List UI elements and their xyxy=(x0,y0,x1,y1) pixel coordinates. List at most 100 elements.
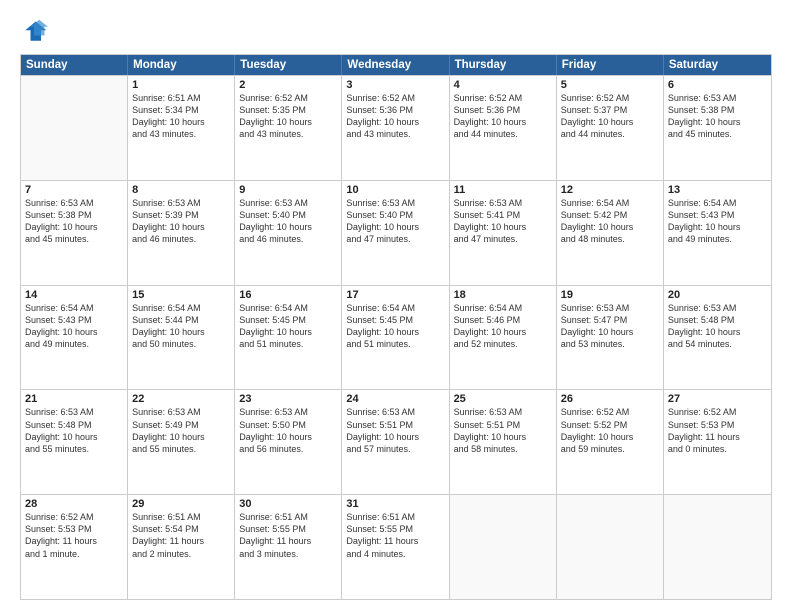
calendar-cell xyxy=(21,76,128,180)
day-number: 17 xyxy=(346,289,444,301)
day-info: Sunrise: 6:54 AM Sunset: 5:45 PM Dayligh… xyxy=(239,302,337,351)
day-info: Sunrise: 6:53 AM Sunset: 5:47 PM Dayligh… xyxy=(561,302,659,351)
day-info: Sunrise: 6:53 AM Sunset: 5:49 PM Dayligh… xyxy=(132,406,230,455)
day-number: 22 xyxy=(132,393,230,405)
day-number: 15 xyxy=(132,289,230,301)
calendar-cell: 2Sunrise: 6:52 AM Sunset: 5:35 PM Daylig… xyxy=(235,76,342,180)
calendar-cell: 24Sunrise: 6:53 AM Sunset: 5:51 PM Dayli… xyxy=(342,390,449,494)
header xyxy=(20,18,772,46)
calendar-cell: 14Sunrise: 6:54 AM Sunset: 5:43 PM Dayli… xyxy=(21,286,128,390)
day-info: Sunrise: 6:52 AM Sunset: 5:52 PM Dayligh… xyxy=(561,406,659,455)
day-info: Sunrise: 6:54 AM Sunset: 5:44 PM Dayligh… xyxy=(132,302,230,351)
calendar-header-cell: Monday xyxy=(128,55,235,75)
day-number: 11 xyxy=(454,184,552,196)
calendar-row: 14Sunrise: 6:54 AM Sunset: 5:43 PM Dayli… xyxy=(21,285,771,390)
calendar-cell: 31Sunrise: 6:51 AM Sunset: 5:55 PM Dayli… xyxy=(342,495,449,599)
day-info: Sunrise: 6:52 AM Sunset: 5:36 PM Dayligh… xyxy=(346,92,444,141)
day-number: 14 xyxy=(25,289,123,301)
calendar-cell xyxy=(557,495,664,599)
calendar-header-cell: Sunday xyxy=(21,55,128,75)
calendar-cell: 25Sunrise: 6:53 AM Sunset: 5:51 PM Dayli… xyxy=(450,390,557,494)
calendar-cell: 19Sunrise: 6:53 AM Sunset: 5:47 PM Dayli… xyxy=(557,286,664,390)
day-number: 20 xyxy=(668,289,767,301)
calendar-cell: 20Sunrise: 6:53 AM Sunset: 5:48 PM Dayli… xyxy=(664,286,771,390)
calendar-cell: 27Sunrise: 6:52 AM Sunset: 5:53 PM Dayli… xyxy=(664,390,771,494)
calendar-cell: 22Sunrise: 6:53 AM Sunset: 5:49 PM Dayli… xyxy=(128,390,235,494)
calendar-cell: 23Sunrise: 6:53 AM Sunset: 5:50 PM Dayli… xyxy=(235,390,342,494)
calendar-cell: 26Sunrise: 6:52 AM Sunset: 5:52 PM Dayli… xyxy=(557,390,664,494)
day-info: Sunrise: 6:54 AM Sunset: 5:43 PM Dayligh… xyxy=(25,302,123,351)
day-number: 23 xyxy=(239,393,337,405)
day-info: Sunrise: 6:53 AM Sunset: 5:38 PM Dayligh… xyxy=(25,197,123,246)
day-number: 19 xyxy=(561,289,659,301)
day-number: 26 xyxy=(561,393,659,405)
calendar-cell: 29Sunrise: 6:51 AM Sunset: 5:54 PM Dayli… xyxy=(128,495,235,599)
day-info: Sunrise: 6:51 AM Sunset: 5:55 PM Dayligh… xyxy=(346,511,444,560)
day-number: 25 xyxy=(454,393,552,405)
day-number: 13 xyxy=(668,184,767,196)
day-number: 2 xyxy=(239,79,337,91)
day-info: Sunrise: 6:51 AM Sunset: 5:54 PM Dayligh… xyxy=(132,511,230,560)
calendar-cell: 16Sunrise: 6:54 AM Sunset: 5:45 PM Dayli… xyxy=(235,286,342,390)
calendar-cell: 10Sunrise: 6:53 AM Sunset: 5:40 PM Dayli… xyxy=(342,181,449,285)
day-number: 5 xyxy=(561,79,659,91)
day-info: Sunrise: 6:51 AM Sunset: 5:55 PM Dayligh… xyxy=(239,511,337,560)
day-info: Sunrise: 6:53 AM Sunset: 5:38 PM Dayligh… xyxy=(668,92,767,141)
day-info: Sunrise: 6:53 AM Sunset: 5:51 PM Dayligh… xyxy=(346,406,444,455)
day-number: 31 xyxy=(346,498,444,510)
calendar-row: 1Sunrise: 6:51 AM Sunset: 5:34 PM Daylig… xyxy=(21,75,771,180)
calendar-body: 1Sunrise: 6:51 AM Sunset: 5:34 PM Daylig… xyxy=(21,75,771,599)
day-number: 18 xyxy=(454,289,552,301)
day-info: Sunrise: 6:53 AM Sunset: 5:48 PM Dayligh… xyxy=(25,406,123,455)
day-info: Sunrise: 6:51 AM Sunset: 5:34 PM Dayligh… xyxy=(132,92,230,141)
calendar-header-cell: Thursday xyxy=(450,55,557,75)
day-info: Sunrise: 6:53 AM Sunset: 5:48 PM Dayligh… xyxy=(668,302,767,351)
calendar-row: 28Sunrise: 6:52 AM Sunset: 5:53 PM Dayli… xyxy=(21,494,771,599)
logo xyxy=(20,18,50,46)
day-info: Sunrise: 6:53 AM Sunset: 5:40 PM Dayligh… xyxy=(346,197,444,246)
calendar-cell: 18Sunrise: 6:54 AM Sunset: 5:46 PM Dayli… xyxy=(450,286,557,390)
day-number: 30 xyxy=(239,498,337,510)
day-number: 29 xyxy=(132,498,230,510)
day-number: 3 xyxy=(346,79,444,91)
day-number: 21 xyxy=(25,393,123,405)
logo-icon xyxy=(20,18,48,46)
day-info: Sunrise: 6:54 AM Sunset: 5:43 PM Dayligh… xyxy=(668,197,767,246)
calendar-cell xyxy=(450,495,557,599)
calendar-row: 21Sunrise: 6:53 AM Sunset: 5:48 PM Dayli… xyxy=(21,389,771,494)
calendar-cell: 7Sunrise: 6:53 AM Sunset: 5:38 PM Daylig… xyxy=(21,181,128,285)
day-info: Sunrise: 6:53 AM Sunset: 5:39 PM Dayligh… xyxy=(132,197,230,246)
day-number: 9 xyxy=(239,184,337,196)
day-number: 16 xyxy=(239,289,337,301)
calendar-cell: 13Sunrise: 6:54 AM Sunset: 5:43 PM Dayli… xyxy=(664,181,771,285)
calendar-cell: 8Sunrise: 6:53 AM Sunset: 5:39 PM Daylig… xyxy=(128,181,235,285)
calendar-header-cell: Wednesday xyxy=(342,55,449,75)
calendar-cell: 9Sunrise: 6:53 AM Sunset: 5:40 PM Daylig… xyxy=(235,181,342,285)
day-number: 4 xyxy=(454,79,552,91)
page: SundayMondayTuesdayWednesdayThursdayFrid… xyxy=(0,0,792,612)
calendar-cell: 1Sunrise: 6:51 AM Sunset: 5:34 PM Daylig… xyxy=(128,76,235,180)
calendar-header-cell: Friday xyxy=(557,55,664,75)
day-info: Sunrise: 6:53 AM Sunset: 5:40 PM Dayligh… xyxy=(239,197,337,246)
day-number: 27 xyxy=(668,393,767,405)
day-info: Sunrise: 6:52 AM Sunset: 5:37 PM Dayligh… xyxy=(561,92,659,141)
day-number: 8 xyxy=(132,184,230,196)
day-number: 28 xyxy=(25,498,123,510)
calendar-cell: 6Sunrise: 6:53 AM Sunset: 5:38 PM Daylig… xyxy=(664,76,771,180)
calendar-cell: 28Sunrise: 6:52 AM Sunset: 5:53 PM Dayli… xyxy=(21,495,128,599)
calendar: SundayMondayTuesdayWednesdayThursdayFrid… xyxy=(20,54,772,600)
day-number: 24 xyxy=(346,393,444,405)
day-info: Sunrise: 6:53 AM Sunset: 5:41 PM Dayligh… xyxy=(454,197,552,246)
calendar-cell xyxy=(664,495,771,599)
day-number: 12 xyxy=(561,184,659,196)
day-number: 6 xyxy=(668,79,767,91)
day-info: Sunrise: 6:54 AM Sunset: 5:45 PM Dayligh… xyxy=(346,302,444,351)
day-info: Sunrise: 6:54 AM Sunset: 5:42 PM Dayligh… xyxy=(561,197,659,246)
calendar-cell: 3Sunrise: 6:52 AM Sunset: 5:36 PM Daylig… xyxy=(342,76,449,180)
day-info: Sunrise: 6:52 AM Sunset: 5:35 PM Dayligh… xyxy=(239,92,337,141)
day-number: 10 xyxy=(346,184,444,196)
calendar-header-cell: Tuesday xyxy=(235,55,342,75)
day-number: 7 xyxy=(25,184,123,196)
calendar-cell: 12Sunrise: 6:54 AM Sunset: 5:42 PM Dayli… xyxy=(557,181,664,285)
calendar-row: 7Sunrise: 6:53 AM Sunset: 5:38 PM Daylig… xyxy=(21,180,771,285)
